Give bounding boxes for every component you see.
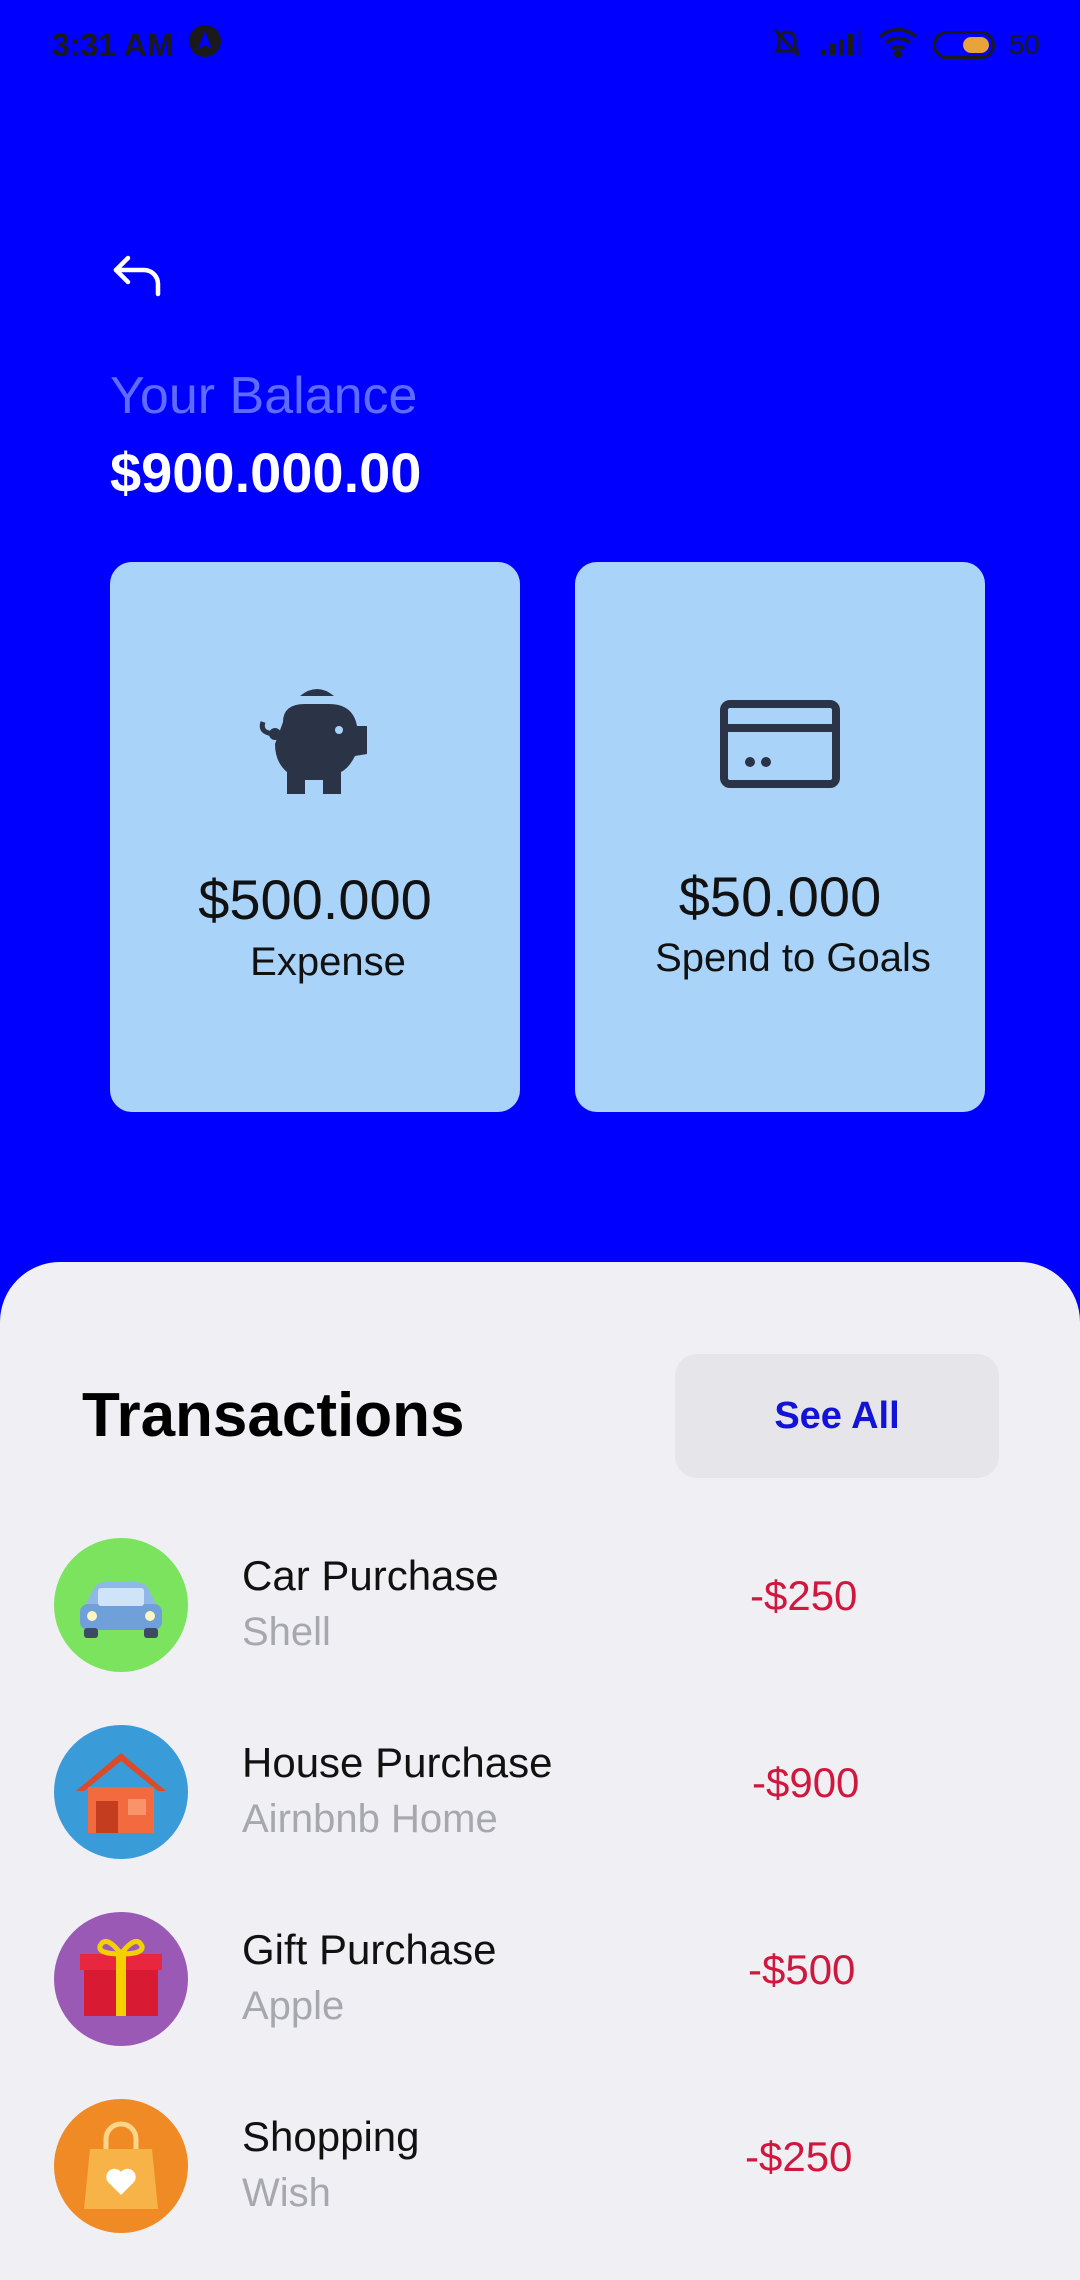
transaction-name: House Purchase: [242, 1739, 553, 1786]
balance-label: Your Balance: [110, 367, 418, 425]
shopping-bag-icon: [54, 2099, 188, 2233]
status-right: 50: [769, 24, 1040, 67]
transaction-amount: -$500: [748, 1946, 856, 1993]
piggy-bank-icon: [245, 682, 385, 802]
expense-label: Expense: [250, 940, 406, 984]
status-time: 3:31 AM: [52, 26, 174, 63]
transaction-merchant: Wish: [242, 2171, 331, 2215]
transaction-row[interactable]: Gift Purchase Apple -$500: [0, 1912, 1080, 2052]
transaction-merchant: Shell: [242, 1610, 331, 1654]
expense-card[interactable]: $500.000 Expense: [110, 562, 520, 1112]
app-notification-icon: [188, 24, 222, 66]
transaction-row[interactable]: Shopping Wish -$250: [0, 2099, 1080, 2239]
transaction-amount: -$250: [750, 1572, 858, 1619]
transaction-name: Car Purchase: [242, 1552, 499, 1599]
battery-level: 50: [1008, 29, 1040, 60]
signal-icon: [819, 27, 863, 64]
see-all-button[interactable]: See All: [675, 1354, 999, 1478]
transactions-title: Transactions: [82, 1381, 465, 1450]
goals-label: Spend to Goals: [655, 936, 931, 980]
transaction-row[interactable]: Car Purchase Shell -$250: [0, 1538, 1080, 1678]
transactions-sheet: Transactions See All Car Purchase Shell …: [0, 1262, 1080, 2280]
transaction-row[interactable]: House Purchase Airnbnb Home -$900: [0, 1725, 1080, 1865]
wifi-icon: [877, 26, 919, 65]
status-bar: 3:31 AM 50: [0, 0, 1080, 90]
transaction-merchant: Apple: [242, 1984, 345, 2028]
spend-to-goals-card[interactable]: $50.000 Spend to Goals: [575, 562, 985, 1112]
expense-amount: $500.000: [198, 868, 432, 931]
battery-icon: [932, 31, 995, 59]
transaction-name: Shopping: [242, 2113, 420, 2160]
transaction-amount: -$250: [745, 2133, 853, 2180]
status-left: 3:31 AM: [52, 24, 222, 66]
credit-card-icon: [710, 682, 850, 802]
back-button[interactable]: [108, 246, 168, 306]
house-icon: [54, 1725, 188, 1859]
mute-icon: [769, 24, 805, 67]
balance-value: $900.000.00: [110, 441, 422, 504]
gift-icon: [54, 1912, 188, 2046]
transaction-name: Gift Purchase: [242, 1926, 497, 1973]
transaction-merchant: Airnbnb Home: [242, 1797, 498, 1841]
car-icon: [54, 1538, 188, 1672]
transaction-amount: -$900: [752, 1759, 860, 1806]
goals-amount: $50.000: [678, 865, 882, 928]
back-arrow-icon: [113, 255, 161, 297]
